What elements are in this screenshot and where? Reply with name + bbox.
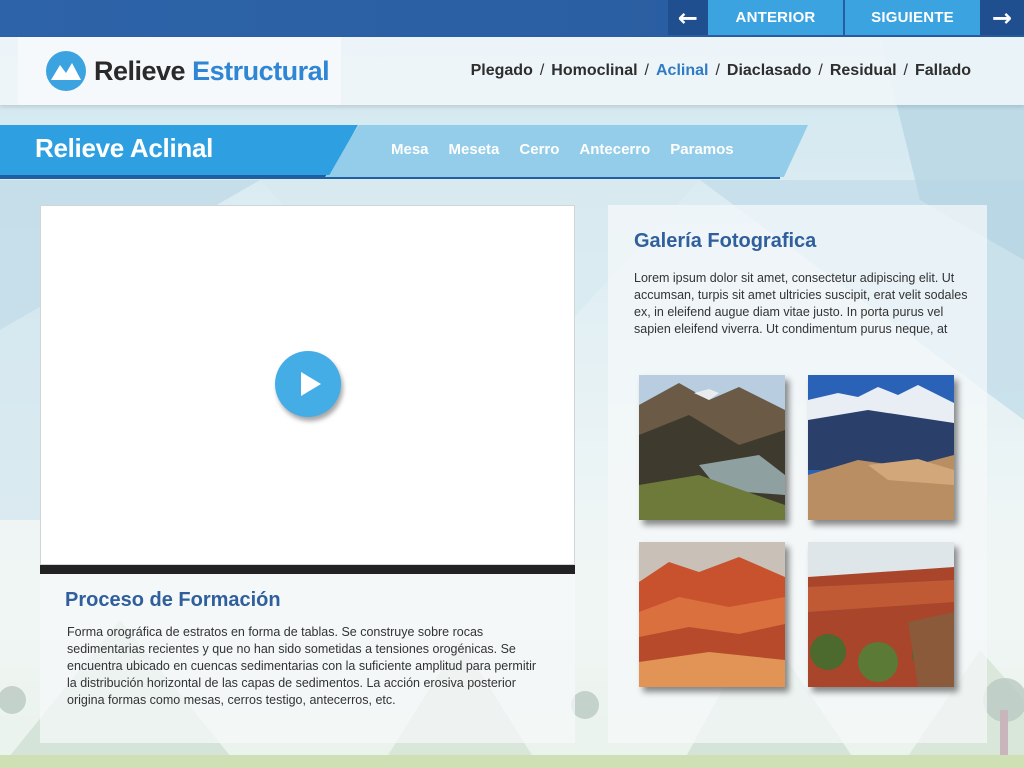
nav-item-residual[interactable]: Residual [830,62,897,80]
header: Relieve Estructural Plegado / Homoclinal… [0,37,1024,105]
arrow-right-icon: → [991,3,1013,32]
video-progress-bar[interactable] [40,565,575,574]
gallery-photo-4[interactable] [808,542,954,687]
logo[interactable]: Relieve Estructural [18,37,341,105]
arrow-left-icon: ← [677,3,699,32]
nav-item-homoclinal[interactable]: Homoclinal [551,62,637,80]
nav-separator: / [715,62,720,79]
logo-text-primary: Relieve [94,55,186,86]
play-button[interactable] [275,351,341,417]
previous-arrow-button[interactable]: ← [668,0,708,35]
section-band: Relieve Aclinal Mesa Meseta Cerro Antece… [0,125,1024,181]
nav-separator: / [818,62,823,79]
next-button[interactable]: SIGUIENTE [845,0,980,35]
sub-tabs: Mesa Meseta Cerro Antecerro Paramos [391,141,734,158]
main-nav: Plegado / Homoclinal / Aclinal / Diaclas… [471,37,971,105]
tab-meseta[interactable]: Meseta [449,141,500,158]
photo-mountain-river [639,375,785,520]
tab-antecerro[interactable]: Antecerro [579,141,650,158]
nav-separator: / [644,62,649,79]
logo-text-secondary: Estructural [192,55,330,86]
process-description: Forma orográfica de estratos en forma de… [67,625,537,707]
ground-strip [0,755,1024,768]
video-panel: Proceso de Formación Forma orográfica de… [40,205,575,743]
previous-button[interactable]: ANTERIOR [708,0,843,35]
nav-item-aclinal[interactable]: Aclinal [656,62,708,80]
photo-red-hills [639,542,785,687]
mountain-icon [46,51,86,91]
section-title: Relieve Aclinal [35,133,214,163]
photo-sand-dunes [808,375,954,520]
gallery-photo-2[interactable] [808,375,954,520]
gallery-photo-3[interactable] [639,542,785,687]
nav-item-fallado[interactable]: Fallado [915,62,971,80]
gallery-title: Galería Fotografica [634,230,817,252]
play-icon [301,372,321,396]
gallery-description: Lorem ipsum dolor sit amet, consectetur … [634,271,968,336]
tab-mesa[interactable]: Mesa [391,141,429,158]
nav-separator: / [903,62,908,79]
nav-item-plegado[interactable]: Plegado [471,62,533,80]
next-arrow-button[interactable]: → [980,0,1024,35]
process-title: Proceso de Formación [65,589,281,611]
photo-red-cliffs [808,542,954,687]
tab-paramos[interactable]: Paramos [670,141,733,158]
video-player[interactable] [40,205,575,565]
gallery-panel: Galería Fotografica Lorem ipsum dolor si… [608,205,987,743]
gallery-photo-1[interactable] [639,375,785,520]
tab-cerro[interactable]: Cerro [519,141,559,158]
nav-separator: / [539,62,545,79]
nav-item-diaclasado[interactable]: Diaclasado [727,62,811,80]
top-bar: ← ANTERIOR SIGUIENTE → [0,0,1024,37]
